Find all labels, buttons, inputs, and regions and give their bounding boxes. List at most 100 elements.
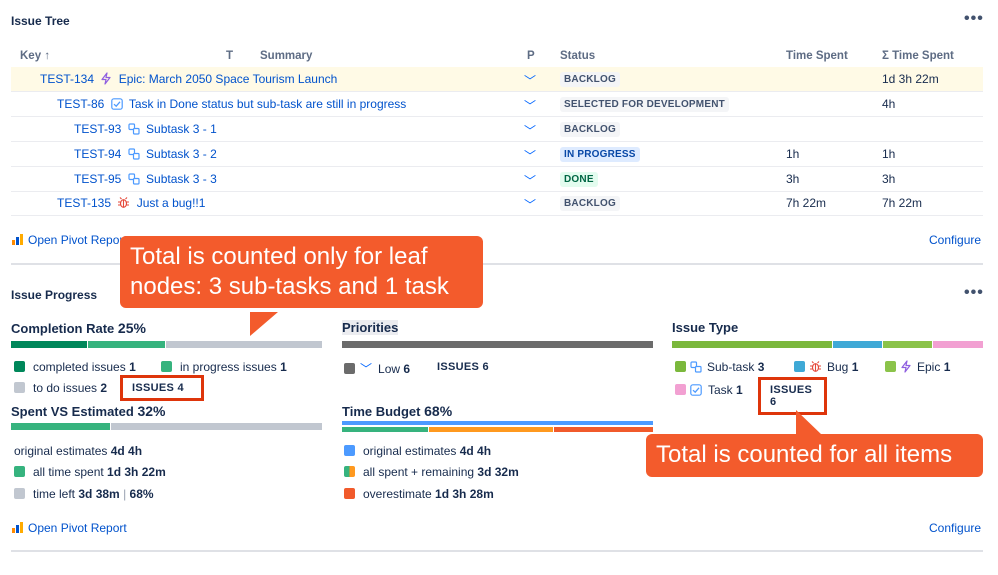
task-icon bbox=[110, 98, 123, 110]
issue-key[interactable]: TEST-94 bbox=[74, 147, 121, 161]
issue-type-title: Issue Type bbox=[672, 320, 739, 335]
bar-task-segment bbox=[933, 341, 983, 348]
budget-original-swatch bbox=[344, 445, 355, 456]
issue-summary[interactable]: Epic: March 2050 Space Tourism Launch bbox=[119, 72, 338, 86]
spent-vs-estimated-value: 32% bbox=[137, 403, 166, 419]
in-progress-count: 1 bbox=[280, 360, 287, 374]
issue-link[interactable]: TEST-95 Subtask 3 - 3 bbox=[74, 172, 217, 186]
issue-summary[interactable]: Subtask 3 - 1 bbox=[146, 122, 217, 136]
configure-link-2[interactable]: Configure bbox=[929, 521, 981, 535]
issue-summary[interactable]: Subtask 3 - 3 bbox=[146, 172, 217, 186]
issue-summary[interactable]: Task in Done status but sub-task are sti… bbox=[129, 97, 406, 111]
overestimate-value: 1d 3h 28m bbox=[435, 487, 494, 501]
table-row[interactable]: TEST-135 Just a bug!!1 ﹀ BACKLOG 7h 22m … bbox=[11, 191, 983, 216]
bar-original-estimate-segment bbox=[342, 421, 653, 425]
priority-low-icon: ﹀ bbox=[524, 74, 537, 88]
all-time-spent-label: all time spent bbox=[33, 465, 104, 479]
bug-swatch bbox=[794, 361, 805, 372]
issue-key[interactable]: TEST-93 bbox=[74, 122, 121, 136]
todo-count: 2 bbox=[100, 381, 108, 395]
status-badge: SELECTED FOR DEVELOPMENT bbox=[560, 97, 729, 112]
table-row[interactable]: TEST-134 Epic: March 2050 Space Tourism … bbox=[11, 67, 983, 92]
issue-link[interactable]: TEST-86 Task in Done status but sub-task… bbox=[57, 97, 406, 111]
separator: | bbox=[123, 487, 127, 501]
issue-link[interactable]: TEST-93 Subtask 3 - 1 bbox=[74, 122, 217, 136]
spent-vs-estimated-label: Spent VS Estimated bbox=[11, 404, 134, 419]
original-estimates-label: original estimates bbox=[14, 444, 108, 458]
issue-link[interactable]: TEST-135 Just a bug!!1 bbox=[57, 196, 205, 210]
completed-label: completed issues bbox=[33, 360, 126, 374]
issue-summary[interactable]: Just a bug!!1 bbox=[137, 196, 206, 210]
bar-overestimate-segment bbox=[554, 427, 653, 432]
time-left-label: time left bbox=[33, 487, 76, 501]
status-badge: BACKLOG bbox=[560, 122, 620, 137]
low-label: Low bbox=[378, 362, 401, 376]
subtask-icon bbox=[128, 148, 140, 160]
completed-count: 1 bbox=[129, 360, 136, 374]
open-pivot-report-label: Open Pivot Report bbox=[28, 233, 127, 247]
issue-progress-more-button[interactable]: ••• bbox=[964, 284, 984, 302]
time-budget-title: Time Budget 68% bbox=[342, 403, 452, 419]
col-time-spent[interactable]: Time Spent bbox=[786, 50, 848, 62]
sum-time-spent: 4h bbox=[882, 97, 896, 111]
epic-icon bbox=[901, 360, 911, 373]
legend-all-spent-remaining: all spent + remaining 3d 32m bbox=[344, 465, 519, 479]
sum-time-spent: 7h 22m bbox=[882, 196, 923, 210]
col-key[interactable]: Key ↑ bbox=[20, 50, 50, 62]
priority-low-icon: ﹀ bbox=[524, 99, 537, 113]
priorities-bar bbox=[342, 341, 653, 348]
status-badge: IN PROGRESS bbox=[560, 147, 640, 162]
all-spent-remaining-label: all spent + remaining bbox=[363, 465, 475, 479]
table-row[interactable]: TEST-95 Subtask 3 - 3 ﹀ DONE 3h 3h bbox=[11, 167, 983, 192]
legend-overestimate: overestimate 1d 3h 28m bbox=[344, 487, 494, 501]
in-progress-label: in progress issues bbox=[180, 360, 277, 374]
col-summary[interactable]: Summary bbox=[260, 50, 312, 62]
overestimate-label: overestimate bbox=[363, 487, 432, 501]
issue-link[interactable]: TEST-134 Epic: March 2050 Space Tourism … bbox=[40, 72, 337, 86]
time-spent: 1h bbox=[786, 147, 800, 161]
original-estimates-value: 4d 4h bbox=[110, 444, 143, 458]
col-status[interactable]: Status bbox=[560, 50, 595, 62]
pivot-chart-icon bbox=[12, 522, 24, 533]
legend-todo: to do issues 2 bbox=[14, 381, 107, 395]
subtask-icon bbox=[690, 361, 702, 373]
table-row[interactable]: TEST-86 Task in Done status but sub-task… bbox=[11, 92, 983, 117]
bug-label: Bug bbox=[827, 360, 849, 374]
bar-subtask-segment bbox=[672, 341, 832, 348]
issue-key[interactable]: TEST-134 bbox=[40, 72, 94, 86]
all-time-spent-value: 1d 3h 22m bbox=[107, 465, 166, 479]
task-icon bbox=[690, 384, 702, 396]
table-row[interactable]: TEST-93 Subtask 3 - 1 ﹀ BACKLOG bbox=[11, 117, 983, 142]
configure-link[interactable]: Configure bbox=[929, 233, 981, 247]
budget-original-label: original estimates bbox=[363, 444, 457, 458]
issue-tree-more-button[interactable]: ••• bbox=[964, 10, 984, 28]
open-pivot-report-link-2[interactable]: Open Pivot Report bbox=[12, 521, 127, 535]
task-swatch bbox=[675, 384, 686, 395]
time-spent: 7h 22m bbox=[786, 196, 827, 210]
issue-link[interactable]: TEST-94 Subtask 3 - 2 bbox=[74, 147, 217, 161]
col-type[interactable]: T bbox=[226, 50, 233, 62]
priority-low-icon: ﹀ bbox=[524, 124, 537, 138]
spent-vs-estimated-bar bbox=[11, 423, 322, 430]
completion-rate-bar bbox=[11, 341, 322, 348]
time-left-swatch bbox=[14, 488, 25, 499]
col-key-label: Key bbox=[20, 50, 42, 62]
issue-key[interactable]: TEST-95 bbox=[74, 172, 121, 186]
callout-all-items: Total is counted for all items bbox=[646, 434, 983, 477]
spent-remaining-swatch bbox=[344, 466, 355, 477]
issue-summary[interactable]: Subtask 3 - 2 bbox=[146, 147, 217, 161]
table-row[interactable]: TEST-94 Subtask 3 - 2 ﹀ IN PROGRESS 1h 1… bbox=[11, 142, 983, 167]
bar-all-spent-segment bbox=[342, 427, 428, 432]
status-badge: BACKLOG bbox=[560, 72, 620, 87]
col-sum-time-spent[interactable]: Σ Time Spent bbox=[882, 50, 954, 62]
col-priority[interactable]: P bbox=[527, 50, 535, 62]
legend-all-time-spent: all time spent 1d 3h 22m bbox=[14, 465, 166, 479]
completion-rate-label: Completion Rate bbox=[11, 321, 115, 336]
issue-progress-title: Issue Progress bbox=[11, 288, 98, 302]
issue-key[interactable]: TEST-86 bbox=[57, 97, 104, 111]
open-pivot-report-link[interactable]: Open Pivot Report bbox=[12, 233, 127, 247]
issue-key[interactable]: TEST-135 bbox=[57, 196, 111, 210]
bar-spent-segment bbox=[11, 423, 110, 430]
priority-low-icon: ﹀ bbox=[524, 149, 537, 163]
callout-all-tail bbox=[796, 410, 822, 435]
